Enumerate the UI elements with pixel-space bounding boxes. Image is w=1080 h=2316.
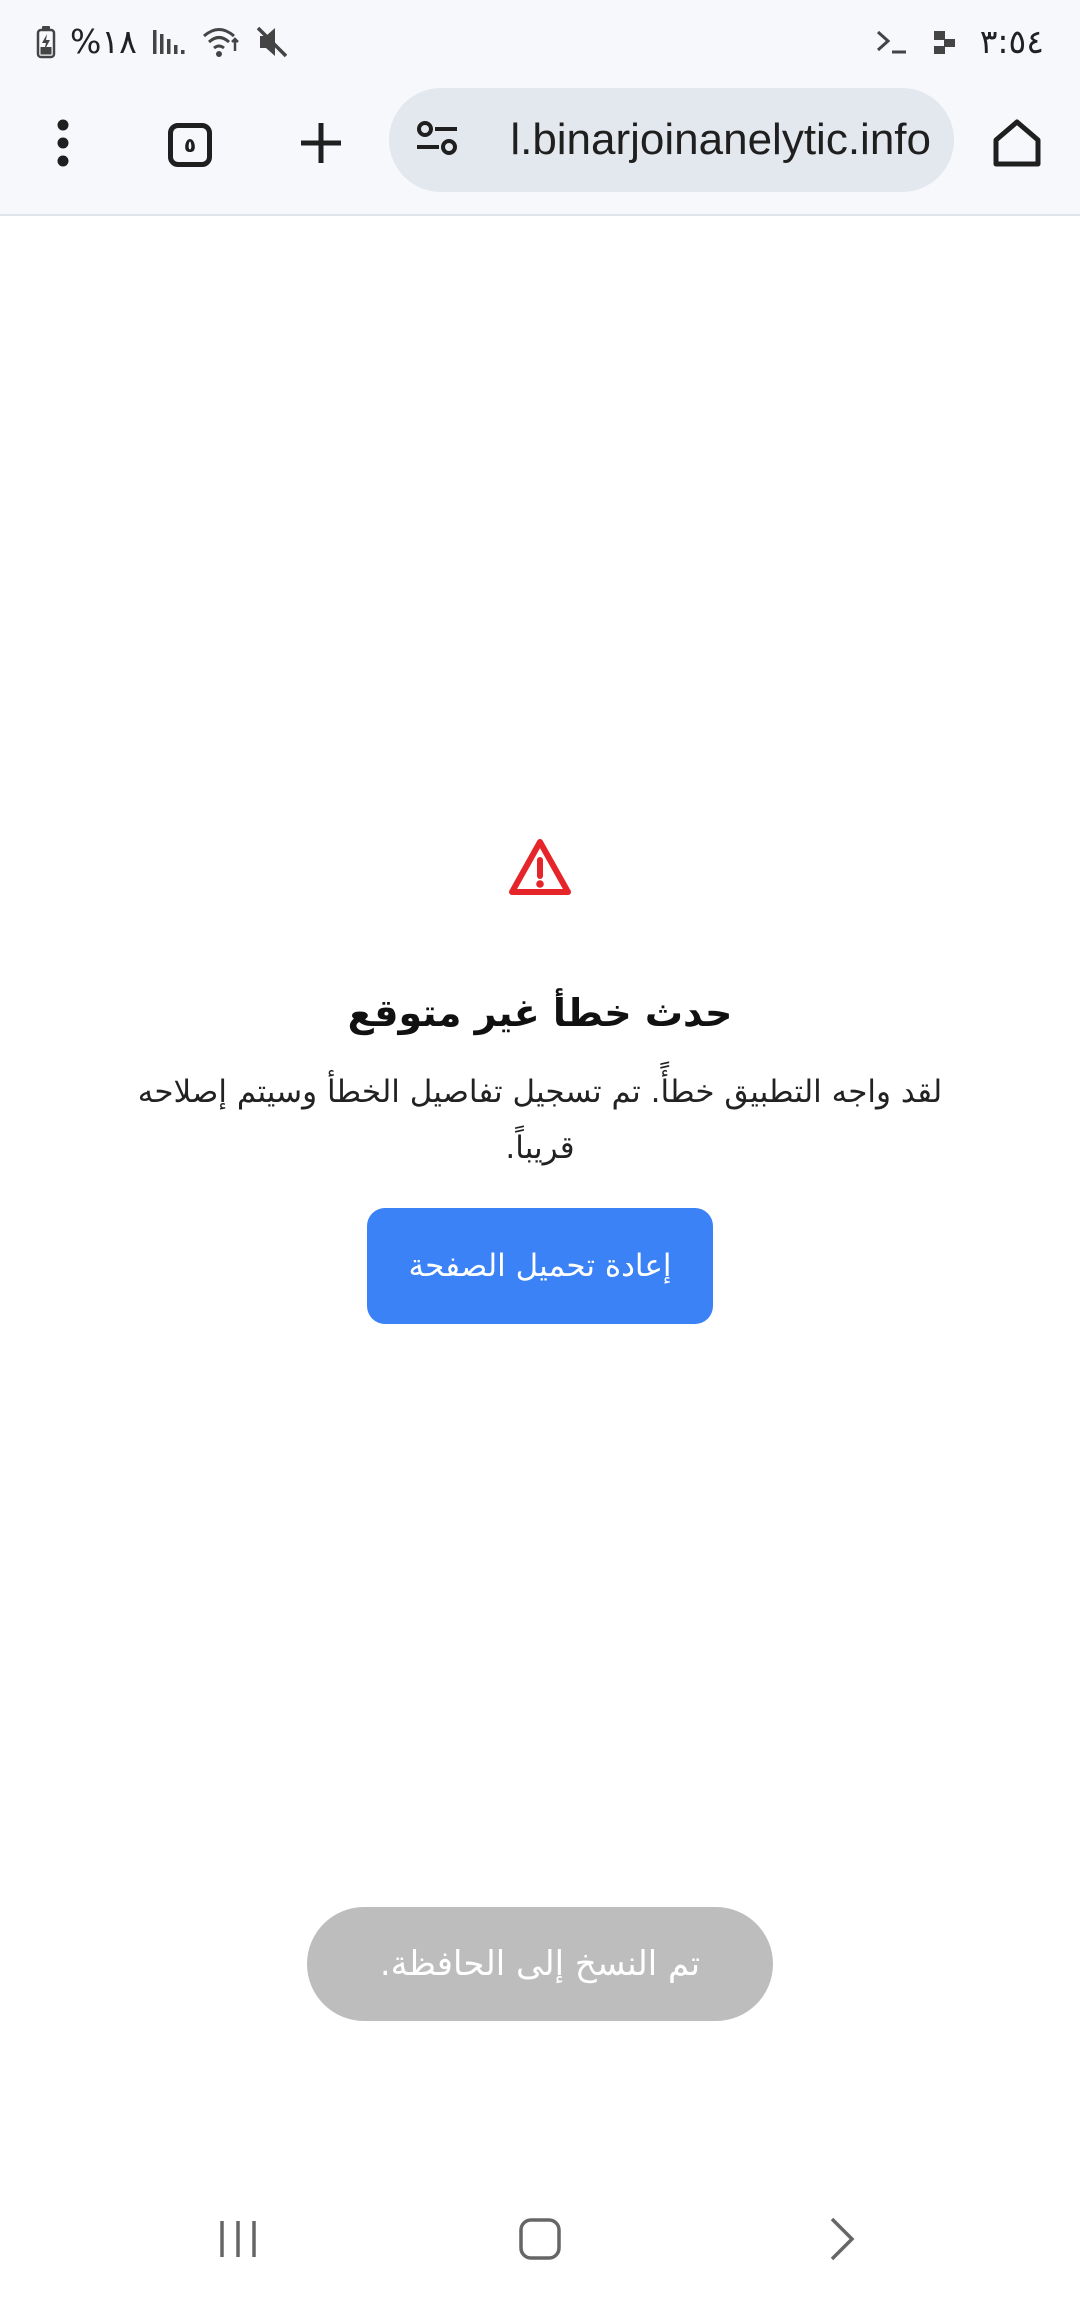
address-bar[interactable]: l.binarjoinanelytic.info — [389, 88, 954, 192]
home-icon — [992, 118, 1042, 172]
new-tab-button[interactable] — [288, 112, 354, 178]
status-left-group: %١٨ — [36, 20, 291, 64]
status-bar: %١٨ ٣:٥٤ — [0, 0, 1080, 84]
system-nav-bar — [0, 2166, 1080, 2316]
reload-page-button[interactable]: إعادة تحميل الصفحة — [367, 1208, 713, 1324]
battery-icon — [36, 25, 56, 59]
home-button[interactable] — [984, 112, 1050, 178]
tab-count: ٥ — [183, 133, 197, 157]
home-nav-button[interactable] — [495, 2196, 585, 2286]
site-settings-button[interactable] — [407, 110, 467, 170]
menu-dots-icon — [56, 119, 70, 171]
menu-button[interactable] — [30, 112, 96, 178]
back-button[interactable] — [797, 2196, 887, 2286]
url-text[interactable]: l.binarjoinanelytic.info — [481, 88, 931, 192]
browser-toolbar: ٥ l.binarjoinanelytic.info — [0, 84, 1080, 216]
recents-button[interactable] — [193, 2196, 283, 2286]
status-right-group: ٣:٥٤ — [874, 20, 1044, 64]
page-content — [0, 216, 1080, 2166]
new-tab-plus-icon — [299, 121, 343, 169]
error-title: حدث خطأ غير متوقع — [347, 991, 733, 1035]
signal-icon — [151, 26, 187, 58]
browser-screen: %١٨ ٣:٥٤ ٥ l.binarjoinanelytic.info حدث … — [0, 0, 1080, 2316]
mute-icon — [255, 25, 291, 59]
wifi-icon — [201, 25, 241, 59]
tab-switcher-button[interactable]: ٥ — [158, 112, 222, 178]
recents-icon — [216, 2219, 260, 2263]
error-message: لقد واجه التطبيق خطأً. تم تسجيل تفاصيل ا… — [137, 1074, 943, 1166]
terminal-icon — [874, 27, 910, 57]
warning-triangle-icon — [508, 836, 572, 900]
clock-time: ٣:٥٤ — [979, 22, 1044, 61]
site-settings-icon — [415, 120, 459, 160]
home-square-icon — [518, 2217, 562, 2265]
back-chevron-icon — [827, 2215, 857, 2267]
copied-toast: تم النسخ إلى الحافظة. — [307, 1907, 773, 2021]
tabs-icon: ٥ — [168, 123, 212, 167]
notification-dots-icon — [932, 29, 958, 55]
battery-percent: %١٨ — [70, 22, 137, 61]
